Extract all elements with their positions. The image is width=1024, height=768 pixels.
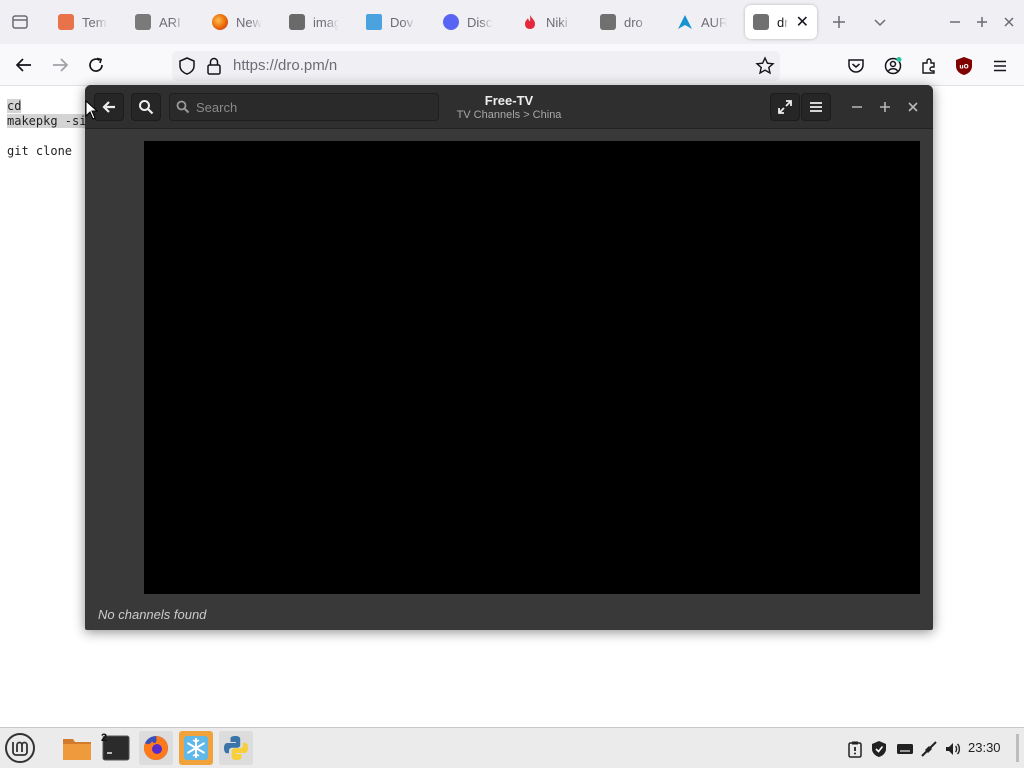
- bookmark-star-icon[interactable]: [755, 56, 775, 76]
- svg-text:uO: uO: [959, 64, 968, 71]
- lock-icon[interactable]: [205, 56, 223, 76]
- shield-tray-icon[interactable]: [870, 740, 888, 758]
- discord-icon: [443, 14, 459, 30]
- browser-tab[interactable]: imag: [289, 5, 341, 39]
- code-line: makepkg -si: [7, 114, 87, 128]
- tab-favicon-icon: [58, 14, 74, 30]
- video-player-area[interactable]: [144, 141, 920, 594]
- free-tv-window: Free-TV TV Channels > China No channels …: [85, 85, 933, 630]
- ublock-origin-icon[interactable]: uO: [955, 56, 973, 76]
- tab-overview-icon[interactable]: [11, 13, 29, 31]
- url-text[interactable]: https://dro.pm/n: [233, 57, 337, 74]
- files-folder-icon[interactable]: [60, 731, 94, 765]
- reload-icon[interactable]: [84, 53, 108, 77]
- arch-icon: [677, 14, 693, 30]
- keyboard-icon[interactable]: [896, 740, 914, 758]
- code-line: cd: [7, 99, 22, 113]
- window-close-icon[interactable]: [901, 95, 925, 119]
- firefox-icon[interactable]: [139, 731, 173, 765]
- tab-favicon-icon: [600, 14, 616, 30]
- tab-favicon-icon: [289, 14, 305, 30]
- close-tab-icon[interactable]: ✕: [796, 12, 809, 32]
- hamburger-menu-icon[interactable]: [990, 56, 1010, 76]
- tab-favicon-icon: [135, 14, 151, 30]
- browser-tab[interactable]: Disc: [443, 5, 495, 39]
- python-icon[interactable]: [219, 731, 253, 765]
- browser-tab[interactable]: AUR: [677, 5, 733, 39]
- mouse-cursor-icon: [85, 100, 99, 120]
- status-message: No channels found: [98, 607, 207, 622]
- browser-tab-active[interactable]: dro ✕: [745, 5, 817, 39]
- maximize-icon[interactable]: [973, 13, 991, 31]
- mint-menu-icon[interactable]: [4, 732, 36, 764]
- new-tab-icon[interactable]: [830, 13, 848, 31]
- browser-tab-bar: Tem ARI New imag Dov Disc Niki dro AUR d…: [0, 0, 1024, 44]
- browser-tab[interactable]: Niki: [522, 5, 574, 39]
- browser-tab[interactable]: ARI: [135, 5, 187, 39]
- network-icon[interactable]: [920, 740, 938, 758]
- clock[interactable]: 23:30: [968, 740, 1001, 755]
- minimize-icon[interactable]: [946, 13, 964, 31]
- app-header-bar: Free-TV TV Channels > China: [85, 85, 933, 129]
- browser-tab[interactable]: New: [212, 5, 264, 39]
- browser-tab[interactable]: dro: [600, 5, 652, 39]
- account-icon[interactable]: [883, 56, 903, 76]
- taskbar: 2 23:30: [0, 727, 1024, 768]
- close-window-icon[interactable]: [1000, 13, 1018, 31]
- chevron-down-icon[interactable]: [871, 13, 889, 31]
- forward-arrow-icon[interactable]: [48, 53, 72, 77]
- pocket-icon[interactable]: [846, 56, 866, 76]
- volume-icon[interactable]: [944, 740, 962, 758]
- extensions-puzzle-icon[interactable]: [919, 56, 939, 76]
- snowflake-app-icon[interactable]: [179, 731, 213, 765]
- window-minimize-icon[interactable]: [845, 95, 869, 119]
- show-desktop-button[interactable]: [1016, 734, 1019, 762]
- flame-icon: [522, 14, 538, 30]
- back-arrow-icon[interactable]: [12, 53, 36, 77]
- tab-favicon-icon: [753, 14, 769, 30]
- firefox-icon: [212, 14, 228, 30]
- code-line: git clone: [7, 144, 73, 158]
- window-maximize-icon[interactable]: [873, 95, 897, 119]
- clipboard-alert-icon[interactable]: [846, 740, 864, 758]
- fullscreen-button[interactable]: [770, 93, 800, 121]
- menu-button[interactable]: [801, 93, 831, 121]
- terminal-window-count: 2: [101, 732, 108, 744]
- terminal-icon[interactable]: 2: [99, 731, 133, 765]
- browser-tab[interactable]: Dov: [366, 5, 418, 39]
- shield-icon[interactable]: [178, 56, 196, 76]
- tab-favicon-icon: [366, 14, 382, 30]
- browser-tab[interactable]: Tem: [58, 5, 110, 39]
